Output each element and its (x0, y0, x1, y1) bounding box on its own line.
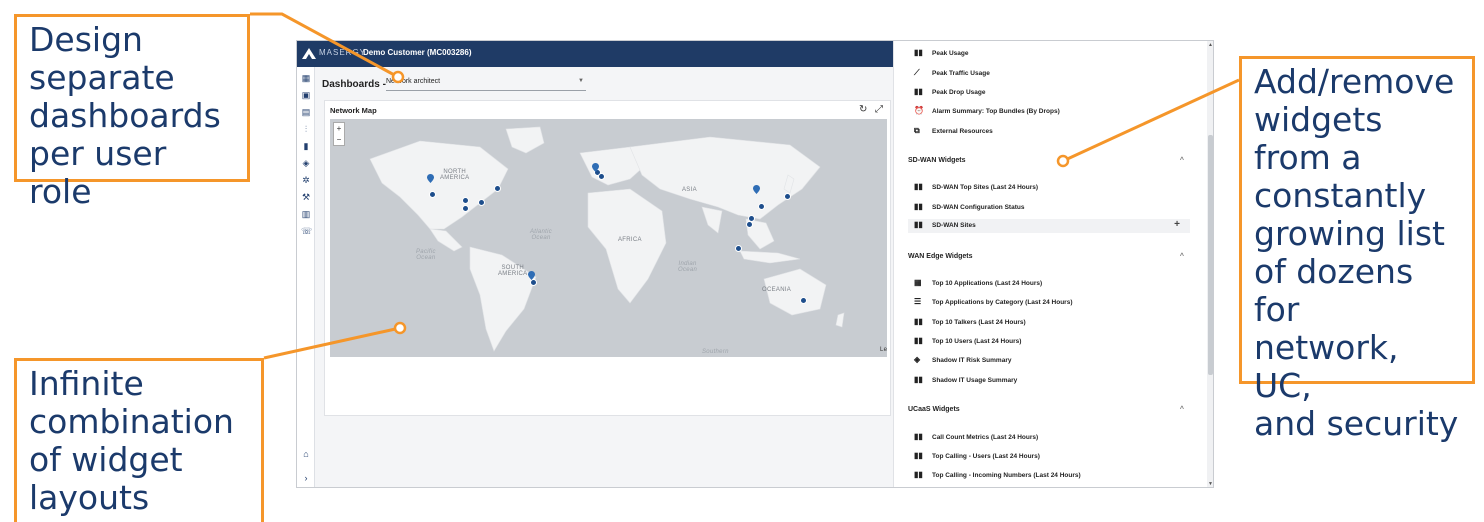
callout-connectors (250, 12, 1240, 360)
page: Design separate dashboards per user role… (0, 0, 1484, 522)
